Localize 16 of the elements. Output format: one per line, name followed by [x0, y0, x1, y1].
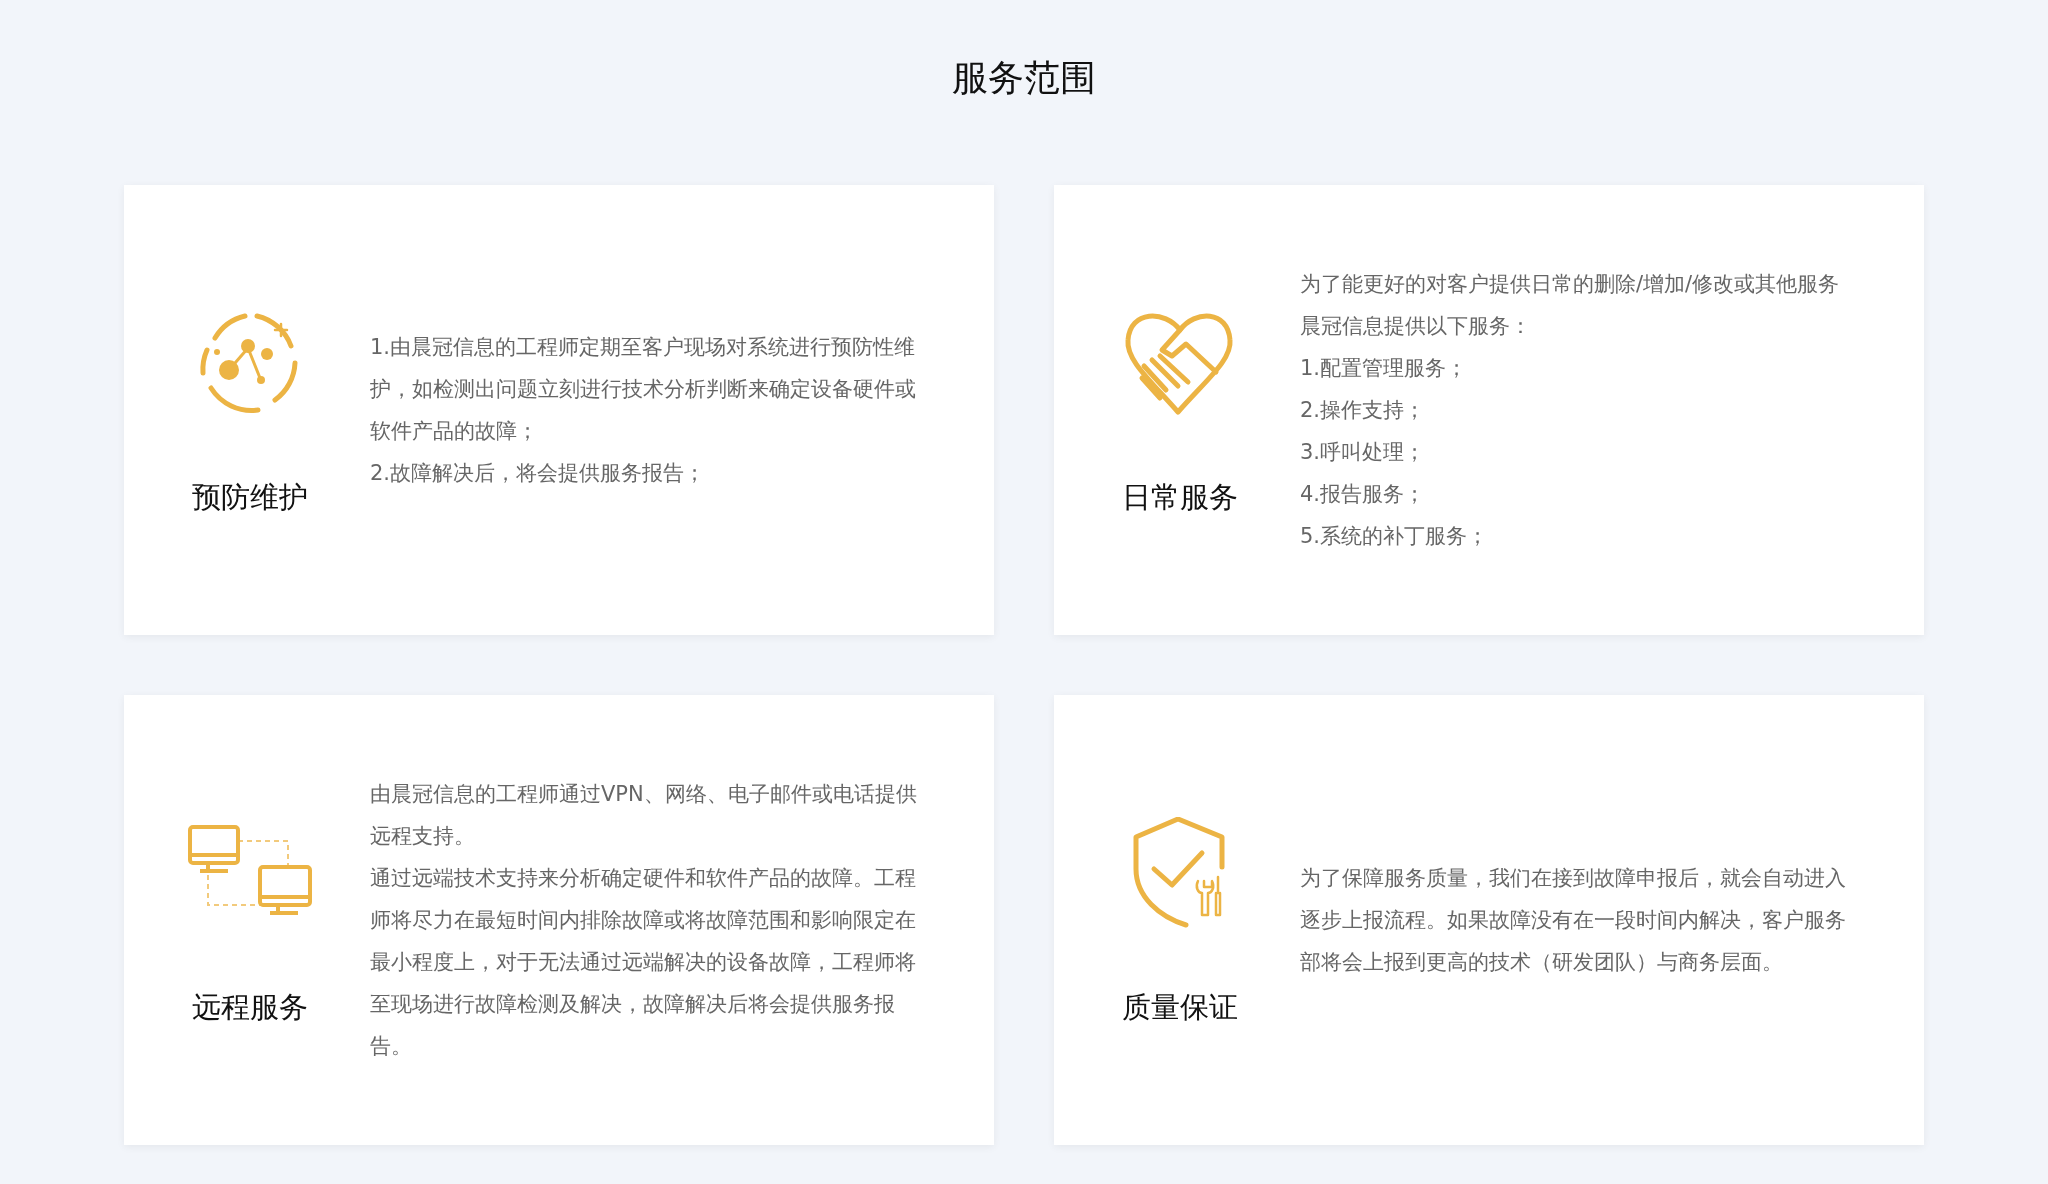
description-text: 3.呼叫处理； [1300, 439, 1427, 466]
card-title: 预防维护 [192, 479, 308, 515]
card-title: 质量保证 [1122, 989, 1238, 1025]
description-text: 由晨冠信息的工程师通过VPN、网络、电子邮件或电话提供远程支持。 [370, 781, 918, 850]
description-text: 1.配置管理服务； [1300, 355, 1469, 382]
description-text: 2.操作支持； [1300, 397, 1427, 424]
description-text: 通过远端技术支持来分析确定硬件和软件产品的故障。工程师将尽力在最短时间内排除故障或将故障范围和影响限定在最小程度上，对于无法通过远端解决的设备故障，工程师将至现场进行故障检测及解决，故障解决后将会提供服务报告。 [370, 865, 917, 1060]
description-text: 4.报告服务； [1300, 481, 1427, 508]
card-title: 远程服务 [192, 989, 308, 1025]
description-text: 2.故障解决后，将会提供服务报告； [370, 460, 707, 487]
description-text: 为了保障服务质量，我们在接到故障申报后，就会自动进入逐步上报流程。如果故障没有在一段时间内解决，客户服务部将会上报到更高的技术（研发团队）与商务层面。 [1300, 865, 1847, 976]
description-text: 为了能更好的对客户提供日常的删除/增加/修改或其他服务晨冠信息提供以下服务： [1300, 271, 1841, 340]
card-title: 日常服务 [1122, 479, 1238, 515]
description-text: 5.系统的补丁服务； [1300, 523, 1490, 550]
section-title: 服务范围 [952, 56, 1096, 100]
description-text: 1.由晨冠信息的工程师定期至客户现场对系统进行预防性维护，如检测出问题立刻进行技术分析判断来确定设备硬件或软件产品的故障； [370, 334, 917, 445]
